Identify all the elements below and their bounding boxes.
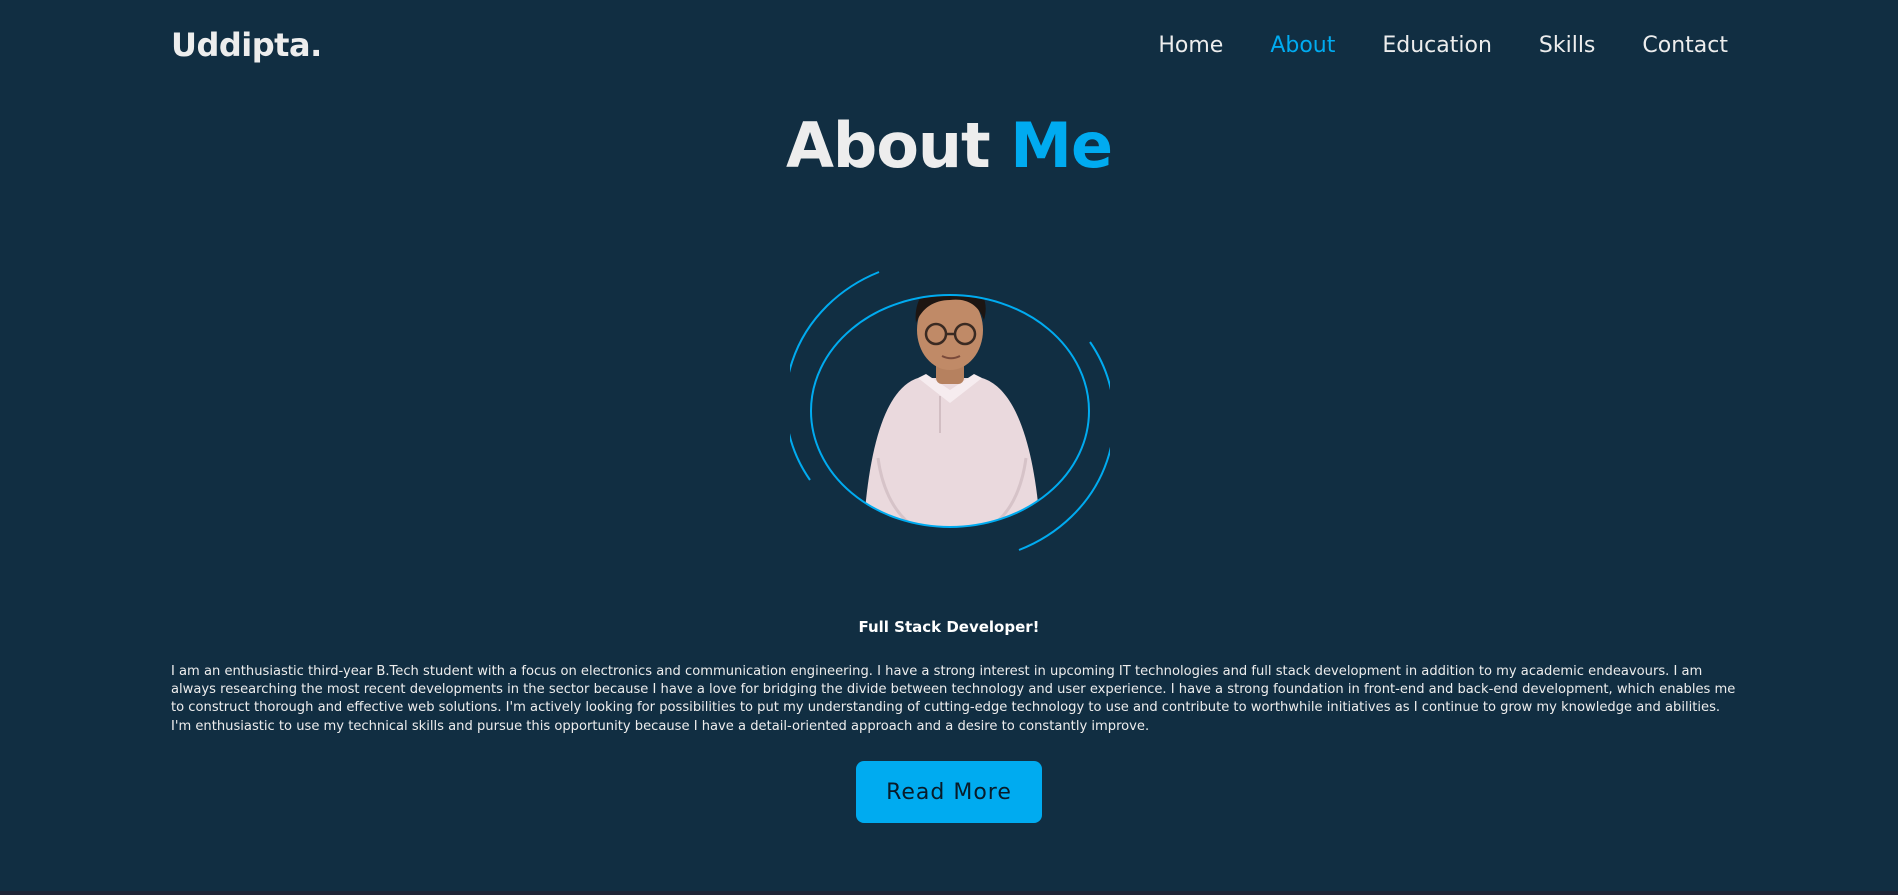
outer-arc-right xyxy=(1018,341,1110,551)
profile-rings xyxy=(790,271,1110,551)
about-bio: I am an enthusiastic third-year B.Tech s… xyxy=(171,664,1736,734)
read-more-button[interactable]: Read More xyxy=(856,761,1042,823)
heading-main: About xyxy=(785,109,991,182)
section-heading: About Me xyxy=(0,108,1898,184)
nav-education[interactable]: Education xyxy=(1382,33,1492,58)
role-subtitle: Full Stack Developer! xyxy=(858,618,1040,636)
nav-contact[interactable]: Contact xyxy=(1642,33,1728,58)
section-divider xyxy=(0,891,1898,895)
site-logo[interactable]: Uddipta. xyxy=(171,26,322,64)
nav-skills[interactable]: Skills xyxy=(1539,33,1596,58)
nav-home[interactable]: Home xyxy=(1158,33,1223,58)
page: Uddipta. Home About Education Skills Con… xyxy=(0,0,1898,895)
profile-image-frame xyxy=(790,268,1110,554)
outer-arc-left xyxy=(790,271,880,481)
nav-about[interactable]: About xyxy=(1270,33,1335,58)
heading-accent: Me xyxy=(1010,109,1113,182)
main-nav: Home About Education Skills Contact xyxy=(1158,33,1728,58)
